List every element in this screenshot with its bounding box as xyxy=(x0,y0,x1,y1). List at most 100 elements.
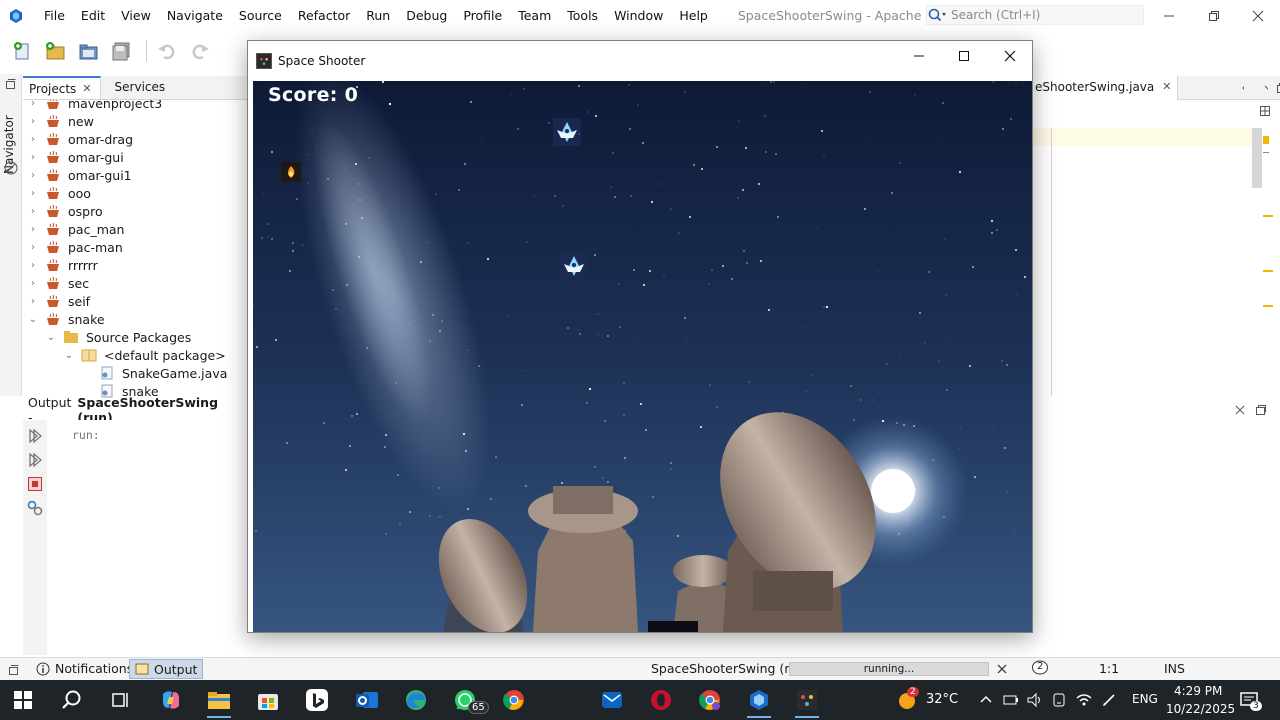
chevron-right-icon[interactable]: › xyxy=(27,116,39,127)
tree-item[interactable]: › pac_man xyxy=(27,220,124,238)
editor-tab[interactable]: eShooterSwing.java ✕ xyxy=(1033,75,1179,100)
ide-close-button[interactable] xyxy=(1235,0,1280,31)
output-console-right[interactable] xyxy=(1033,420,1280,655)
menu-run[interactable]: Run xyxy=(358,0,398,31)
chevron-right-icon[interactable]: › xyxy=(27,278,39,289)
running-task-label[interactable]: SpaceShooterSwing (run) xyxy=(651,661,810,676)
game-minimize-button[interactable] xyxy=(896,41,942,71)
pen-icon[interactable] xyxy=(1101,692,1117,708)
bing-app[interactable] xyxy=(300,684,334,716)
netbeans-app[interactable] xyxy=(742,684,776,718)
notifications-badge[interactable]: 2 xyxy=(1031,660,1049,676)
minimize-group-icon[interactable] xyxy=(8,664,20,676)
notifications-button[interactable]: Notifications xyxy=(36,661,133,676)
error-stripe-mark[interactable] xyxy=(1263,152,1269,153)
opera-app[interactable] xyxy=(644,684,678,716)
chevron-right-icon[interactable]: › xyxy=(27,152,39,163)
close-editor-tab-icon[interactable]: ✕ xyxy=(1162,80,1171,100)
scroll-tabs-right-icon[interactable] xyxy=(1252,83,1256,93)
save-all-button[interactable] xyxy=(107,37,135,65)
cancel-task-icon[interactable] xyxy=(997,664,1007,674)
minimize-group-icon[interactable] xyxy=(5,78,17,90)
tree-item[interactable]: › omar-drag xyxy=(27,130,133,148)
whatsapp-app[interactable]: 65 xyxy=(448,684,489,716)
clock-date[interactable]: 10/22/2025 xyxy=(1166,702,1235,716)
close-tab-icon[interactable]: ✕ xyxy=(82,82,91,95)
chevron-down-icon[interactable]: ⌄ xyxy=(27,314,39,325)
close-output-icon[interactable] xyxy=(1235,405,1245,415)
edge-app[interactable] xyxy=(399,684,433,716)
tree-item[interactable]: › new xyxy=(27,112,94,130)
chrome-profile-app[interactable] xyxy=(693,684,727,716)
caret-position[interactable]: 1:1 xyxy=(1099,661,1119,676)
menu-window[interactable]: Window xyxy=(606,0,671,31)
editor-scrollbar[interactable] xyxy=(1252,128,1262,188)
menu-view[interactable]: View xyxy=(113,0,159,31)
temperature-label[interactable]: 32°C xyxy=(926,692,958,707)
maximize-window-icon[interactable] xyxy=(1276,82,1280,94)
navigator-icon[interactable] xyxy=(4,161,18,175)
rerun-icon[interactable] xyxy=(27,428,43,444)
game-maximize-button[interactable] xyxy=(941,41,987,71)
error-stripe-mark[interactable] xyxy=(1263,305,1273,307)
chevron-right-icon[interactable]: › xyxy=(27,134,39,145)
tree-item[interactable]: › sec xyxy=(27,274,89,292)
clock-time[interactable]: 4:29 PM xyxy=(1174,684,1222,698)
menu-file[interactable]: File xyxy=(36,0,73,31)
new-project-button[interactable] xyxy=(41,37,69,65)
tree-item[interactable]: ⌄ snake xyxy=(27,310,105,328)
chevron-down-icon[interactable]: ⌄ xyxy=(63,350,75,361)
menu-debug[interactable]: Debug xyxy=(398,0,455,31)
store-app[interactable] xyxy=(251,684,285,716)
chrome-app[interactable] xyxy=(497,684,531,716)
tree-item[interactable]: › mavenproject3 xyxy=(27,100,162,112)
ide-search-box[interactable]: Search (Ctrl+I) xyxy=(926,5,1144,25)
search-button[interactable] xyxy=(55,684,89,716)
tree-item[interactable]: › seif xyxy=(27,292,90,310)
notification-center-button[interactable]: 3 xyxy=(1232,684,1266,716)
chevron-right-icon[interactable]: › xyxy=(27,170,39,181)
game-titlebar[interactable]: Space Shooter xyxy=(248,41,1032,80)
game-canvas[interactable]: Score: 0 xyxy=(253,81,1032,632)
menu-refactor[interactable]: Refactor xyxy=(290,0,358,31)
tab-projects[interactable]: Projects ✕ xyxy=(23,76,101,99)
rerun-with-params-icon[interactable] xyxy=(27,452,43,468)
start-button[interactable] xyxy=(6,684,40,716)
scroll-tabs-left-icon[interactable] xyxy=(1240,83,1244,93)
tree-item[interactable]: › ooo xyxy=(27,184,91,202)
wifi-icon[interactable] xyxy=(1075,692,1093,708)
menu-navigate[interactable]: Navigate xyxy=(159,0,231,31)
redo-button[interactable] xyxy=(186,37,214,65)
chevron-right-icon[interactable]: › xyxy=(27,242,39,253)
error-stripe-mark[interactable] xyxy=(1263,136,1269,144)
maximize-output-icon[interactable] xyxy=(1255,404,1267,416)
java-game-app[interactable] xyxy=(790,684,824,718)
new-file-button[interactable] xyxy=(8,37,36,65)
menu-help[interactable]: Help xyxy=(671,0,716,31)
error-stripe-mark[interactable] xyxy=(1263,215,1273,217)
speaker-icon[interactable] xyxy=(1026,692,1042,708)
tree-item[interactable]: › pac-man xyxy=(27,238,123,256)
menu-edit[interactable]: Edit xyxy=(73,0,113,31)
tree-item[interactable]: › omar-gui xyxy=(27,148,124,166)
chevron-down-icon[interactable]: ⌄ xyxy=(45,332,57,343)
menu-profile[interactable]: Profile xyxy=(455,0,510,31)
menu-source[interactable]: Source xyxy=(231,0,290,31)
insert-mode[interactable]: INS xyxy=(1164,661,1185,676)
chevron-right-icon[interactable]: › xyxy=(27,100,39,109)
ide-restore-button[interactable] xyxy=(1191,0,1237,31)
file-explorer-app[interactable] xyxy=(202,684,236,718)
chevron-down-icon[interactable] xyxy=(1264,83,1268,93)
phone-link-icon[interactable] xyxy=(1051,692,1067,708)
tree-item[interactable]: ⌄ <default package> xyxy=(63,346,226,364)
chevron-up-icon[interactable] xyxy=(980,694,992,704)
copilot-app[interactable] xyxy=(154,684,188,716)
ide-minimize-button[interactable] xyxy=(1146,0,1192,31)
tab-services[interactable]: Services xyxy=(109,76,174,99)
menu-tools[interactable]: Tools xyxy=(559,0,606,31)
battery-icon[interactable] xyxy=(1003,693,1019,707)
error-stripe-mark[interactable] xyxy=(1263,270,1273,272)
weather-widget[interactable]: 2 xyxy=(890,684,924,716)
tree-item[interactable]: › rrrrrr xyxy=(27,256,98,274)
task-view-button[interactable] xyxy=(103,684,137,716)
